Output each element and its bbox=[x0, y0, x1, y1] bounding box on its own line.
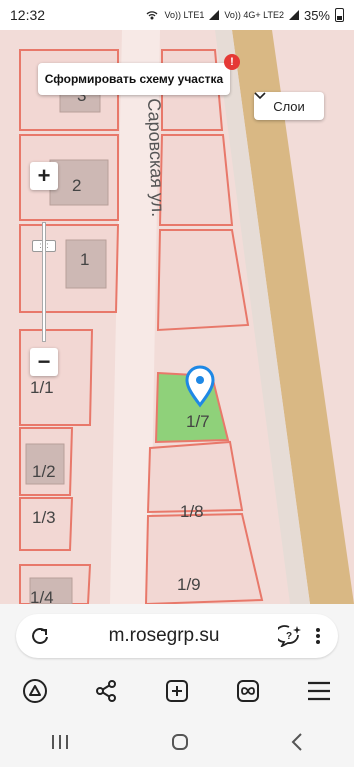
status-time: 12:32 bbox=[10, 7, 46, 23]
signal-icon bbox=[288, 10, 299, 20]
back-icon[interactable] bbox=[290, 732, 304, 752]
plot-1-9[interactable] bbox=[144, 512, 264, 604]
plot-label: 1/3 bbox=[32, 508, 56, 527]
zoom-in-button[interactable]: + bbox=[30, 162, 58, 190]
plot-label: 1 bbox=[80, 250, 90, 269]
signal-icon bbox=[209, 10, 220, 20]
home-icon[interactable] bbox=[170, 732, 190, 752]
svg-text:?: ? bbox=[286, 631, 292, 642]
alert-badge: ! bbox=[224, 54, 240, 70]
tabs-button[interactable] bbox=[226, 669, 270, 713]
battery-icon bbox=[335, 8, 344, 22]
zoom-slider-track[interactable] bbox=[42, 222, 46, 342]
address-bar[interactable]: m.rosegrp.su ? bbox=[16, 614, 338, 658]
system-nav-bar bbox=[0, 716, 354, 767]
network-1-label: Vo)) LTE1 bbox=[164, 10, 205, 20]
status-icons: Vo)) LTE1 Vo)) 4G+ LTE2 35% bbox=[145, 8, 344, 23]
assistant-icon[interactable]: ? bbox=[278, 625, 302, 647]
url-text[interactable]: m.rosegrp.su bbox=[50, 625, 278, 647]
layers-label: Слои bbox=[273, 98, 305, 114]
more-icon[interactable] bbox=[312, 626, 324, 646]
chevron-down-icon bbox=[254, 92, 266, 100]
new-tab-icon bbox=[165, 680, 188, 702]
alice-icon bbox=[23, 679, 48, 703]
reload-icon[interactable] bbox=[30, 626, 50, 646]
new-tab-button[interactable] bbox=[155, 669, 199, 713]
plot-label: 1/9 bbox=[177, 575, 201, 594]
plot-label: 1/1 bbox=[30, 378, 54, 397]
hotspot-icon bbox=[147, 11, 158, 20]
alice-button[interactable] bbox=[13, 669, 57, 713]
browser-toolbar bbox=[0, 666, 354, 716]
layers-button[interactable]: Слои bbox=[254, 92, 324, 120]
battery-percent: 35% bbox=[303, 7, 330, 23]
cadastral-map[interactable]: 3 2 1 1/1 1/2 1/3 1/4 1/7 1/8 1/9 Саровс… bbox=[0, 30, 354, 604]
plot-label: 2 bbox=[72, 176, 82, 195]
menu-button[interactable] bbox=[297, 669, 341, 713]
generate-scheme-button[interactable]: Сформировать схему участка bbox=[38, 63, 230, 95]
status-bar: 12:32 Vo)) LTE1 Vo)) 4G+ LTE2 35% bbox=[0, 0, 354, 30]
street-label: Саровская ул. bbox=[144, 98, 169, 218]
plot-label: 1/2 bbox=[32, 462, 56, 481]
share-icon bbox=[96, 680, 117, 702]
share-button[interactable] bbox=[84, 669, 128, 713]
recents-icon[interactable] bbox=[50, 733, 70, 751]
selected-plot-label: 1/7 bbox=[186, 412, 210, 431]
plot-r2[interactable] bbox=[158, 134, 234, 226]
tabs-icon bbox=[236, 680, 259, 702]
plot-r3[interactable] bbox=[156, 229, 250, 332]
network-2-label: Vo)) 4G+ LTE2 bbox=[224, 10, 284, 20]
plot-label: 1/4 bbox=[30, 588, 54, 604]
zoom-out-button[interactable]: − bbox=[30, 348, 58, 376]
menu-icon bbox=[307, 681, 330, 701]
plot-label: 1/8 bbox=[180, 502, 204, 521]
